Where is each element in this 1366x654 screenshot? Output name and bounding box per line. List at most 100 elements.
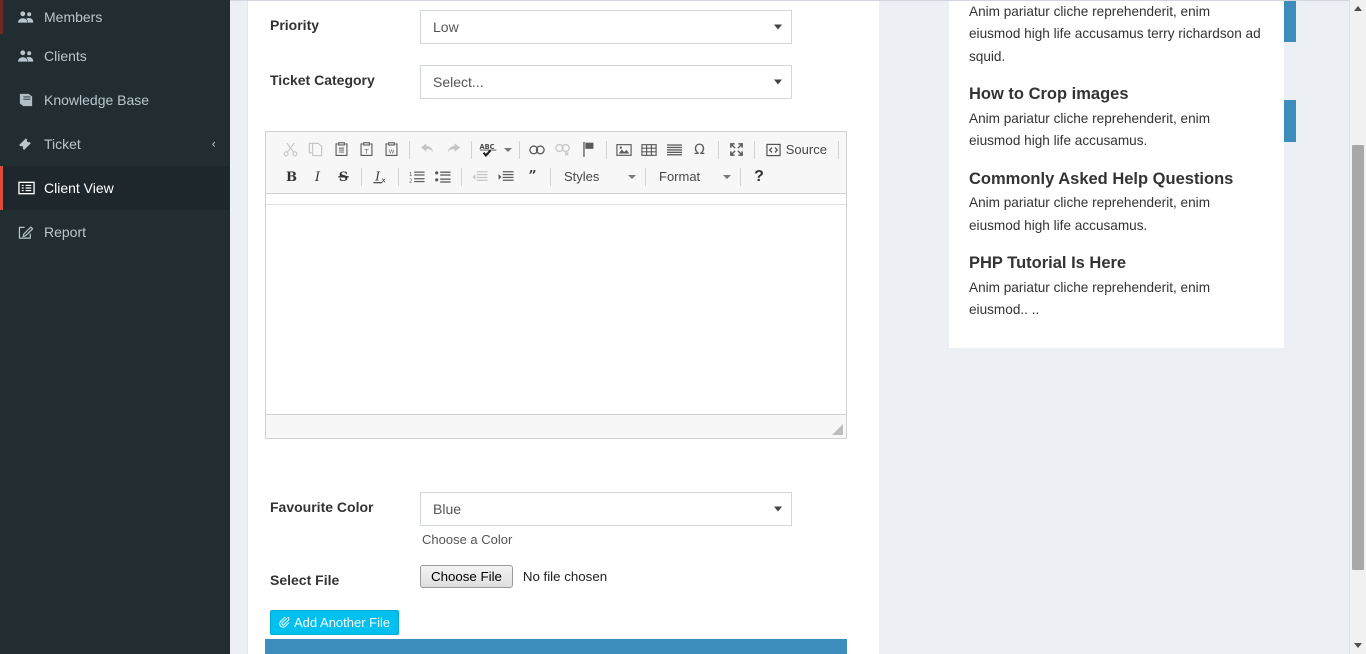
scrollbar-up-button[interactable] [1350,0,1366,17]
scrollbar-down-button[interactable] [1350,637,1366,654]
chevron-left-icon: ‹ [211,137,216,151]
toolbar-separator [518,140,520,159]
sidebar-item-label: Knowledge Base [44,92,150,108]
anchor-flag-icon[interactable] [575,139,600,161]
favourite-color-row: Favourite Color BlueRedGreen Choose a Co… [248,492,880,547]
svg-text:T: T [363,147,369,155]
bold-icon[interactable]: B [278,166,304,188]
image-icon[interactable] [612,139,637,161]
kb-item-title: PHP Tutorial Is Here [969,254,1127,273]
about-icon[interactable]: ? [746,166,772,188]
maximize-icon[interactable] [724,139,749,161]
svg-text:I: I [313,170,320,184]
edit-square-icon [18,225,44,240]
toolbar-separator [717,140,719,159]
paperclip-icon [279,617,290,628]
add-another-file-button[interactable]: Add Another File [270,610,400,635]
paste-icon[interactable] [329,139,354,161]
ticket-category-label: Ticket Category [270,72,375,88]
numbered-list-icon[interactable]: 12 [404,166,430,188]
chevron-down-icon [723,174,731,179]
editor-content-area[interactable] [266,204,846,414]
sidebar-item-label: Clients [44,48,87,64]
special-char-icon[interactable]: Ω [687,139,712,161]
editor-toolbar: T W ABC Ω Source B I S Ix 1 2 ” Styles Format? [266,132,846,194]
sidebar-item-clients[interactable]: Clients [0,34,230,78]
spellcheck-icon[interactable]: ABC [477,139,502,161]
knowledge-base-item[interactable]: Commonly Asked Help Questions Anim pariat… [969,169,1264,237]
toolbar-separator [740,167,741,186]
editor-toolbar-row-1: T W ABC Ω Source [268,136,844,163]
app-root: Members Clients Knowledge Base Ticket ‹ Clien… [0,0,1366,654]
knowledge-base-list: How to Crop images Anim pariatur cliche r… [969,84,1264,321]
priority-select[interactable]: LowMediumHigh [420,10,792,44]
sidebar-item-members[interactable]: Members [0,0,230,34]
select-file-label: Select File [270,572,340,588]
svg-text:W: W [389,149,395,155]
sidebar-item-label: Members [44,9,103,25]
svg-text:”: ” [528,169,536,184]
toolbar-separator [470,140,472,159]
ticket-form-card: Priority LowMediumHigh Ticket Category S… [247,0,879,654]
italic-icon[interactable]: I [304,166,330,188]
priority-field: LowMediumHigh [420,10,880,44]
blockquote-icon[interactable]: ” [519,166,545,188]
svg-text:B: B [285,170,296,184]
knowledge-base-item[interactable]: PHP Tutorial Is Here Anim pariatur cliche… [969,253,1264,321]
content-gutter [230,0,247,654]
choose-file-button[interactable]: Choose File [420,565,513,588]
paste-as-text-icon[interactable]: T [354,139,379,161]
styles-combo[interactable]: Styles [556,166,640,188]
form-footer-bar [265,639,847,654]
chevron-up-icon [1354,6,1362,11]
knowledge-base-item[interactable]: How to Crop images Anim pariatur cliche r… [969,84,1264,152]
svg-text:Ω: Ω [695,142,706,157]
toolbar-separator [645,167,646,186]
editor-toolbar-row-2: B I S Ix 1 2 ” Styles Format? [268,163,844,190]
sidebar-item-label: Ticket [44,136,81,152]
format-combo[interactable]: Format [651,166,735,188]
favourite-color-select-wrap: BlueRedGreen [420,492,792,526]
favourite-color-select[interactable]: BlueRedGreen [420,492,792,526]
book-icon [18,93,44,107]
chevron-down-icon [504,147,512,152]
ticket-category-field: Select... [420,65,880,99]
sidebar-item-knowledge-base[interactable]: Knowledge Base [0,78,230,122]
knowledge-base-card: Anim pariatur cliche reprehenderit, enim… [949,0,1284,348]
toolbar-separator [605,140,607,159]
indent-icon[interactable] [493,166,519,188]
undo-icon [415,139,440,161]
sidebar-item-client-view[interactable]: Client View [0,166,230,210]
strikethrough-icon[interactable]: S [330,166,356,188]
svg-text:1: 1 [409,172,412,178]
scrollbar-thumb[interactable] [1352,145,1364,570]
toolbar-separator [837,140,839,159]
table-icon[interactable] [637,139,662,161]
add-another-file-wrap: Add Another File [270,610,400,635]
kb-item-title: Commonly Asked Help Questions [969,169,1234,188]
bulleted-list-icon[interactable] [430,166,456,188]
page-scrollbar[interactable] [1349,0,1366,654]
sidebar-item-report[interactable]: Report [0,210,230,254]
link-icon[interactable] [525,139,550,161]
resize-handle[interactable] [832,424,843,435]
svg-text:2: 2 [409,178,412,183]
remove-format-icon[interactable]: Ix [367,166,393,188]
source-button[interactable]: Source [760,139,833,161]
sidebar-item-label: Client View [44,180,114,196]
priority-row: Priority LowMediumHigh [248,10,880,44]
kb-partial-text: Anim pariatur cliche reprehenderit, enim… [969,4,1261,64]
top-divider [230,0,1366,1]
format-combo-label: Format [659,169,701,184]
redo-icon [441,139,466,161]
file-status-text: No file chosen [522,569,608,584]
horizontal-rule-icon[interactable] [662,139,687,161]
styles-combo-label: Styles [564,169,600,184]
sidebar-item-ticket[interactable]: Ticket ‹ [0,122,230,166]
add-another-file-label: Add Another File [294,615,391,630]
spellcheck-dropdown[interactable] [502,139,514,161]
ticket-icon [18,137,44,151]
paste-from-word-icon[interactable]: W [379,139,404,161]
ticket-category-select[interactable]: Select... [420,65,792,99]
toolbar-separator [753,140,755,159]
